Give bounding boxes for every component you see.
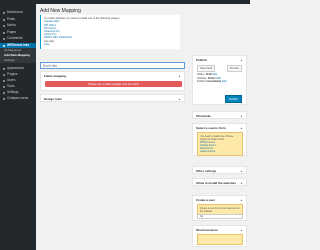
sidebar-item-appearance[interactable]: Appearance [0, 66, 36, 71]
sidebar-item-label: Plugins [7, 72, 18, 76]
sidebar-item-media[interactable]: Media [0, 23, 36, 28]
notice-text: Create a user from a form element on the… [200, 207, 240, 213]
collapse-icon [3, 97, 5, 100]
publish-box: Publish ▲ Save Draft Preview Status: Dra… [192, 55, 247, 105]
sidebar-subitem-settings[interactable]: Settings [0, 58, 36, 63]
mapping-title-input[interactable] [40, 62, 185, 69]
sidebar-item-collapse[interactable]: Collapse menu [0, 96, 36, 101]
source-form-notice: You need to install one of these plugins… [197, 132, 243, 156]
comments-icon [3, 37, 5, 40]
save-draft-button[interactable]: Save Draft [197, 65, 216, 72]
brush-icon [3, 67, 5, 70]
sidebar-item-label: Posts [7, 17, 15, 21]
box-title: Shortcode [196, 114, 211, 118]
box-title: Select a source form [196, 126, 226, 130]
publish-label: Publish [197, 80, 206, 84]
sidebar-item-comments[interactable]: Comments [0, 36, 36, 41]
publish-value: immediately [206, 80, 222, 84]
sidebar-item-posts[interactable]: Posts [0, 17, 36, 22]
sidebar-item-label: Pages [7, 30, 17, 34]
woocommerce-box: WooCommerce ▲ [192, 225, 247, 247]
toggle-arrow-icon[interactable]: ▲ [240, 126, 243, 130]
plugin-link[interactable]: Gravity Forms [200, 150, 240, 153]
status-label: Status: [197, 73, 206, 76]
toggle-arrow-icon[interactable]: ▲ [240, 228, 243, 232]
sidebar-item-label: Appearance [7, 66, 25, 70]
create-user-box: Create a user ▲ Create a user from a for… [192, 195, 247, 221]
toggle-arrow-icon[interactable]: ▲ [240, 58, 243, 62]
create-user-select[interactable]: No [197, 214, 243, 219]
sidebar-item-label: Settings [7, 90, 19, 94]
sidebar-item-plugins[interactable]: Plugins [0, 72, 36, 77]
sidebar-item-users[interactable]: Users [0, 78, 36, 83]
settings-icon [3, 91, 5, 94]
toggle-arrow-icon[interactable]: ▲ [240, 181, 243, 185]
dashboard-icon [3, 11, 5, 14]
page-title: Add New Mapping [40, 8, 81, 14]
toggle-arrow-icon[interactable]: ▲ [178, 74, 181, 78]
edit-publish-time-link[interactable]: Edit [222, 80, 226, 83]
box-title: Allow to install the websites [196, 181, 237, 185]
notice-help-link[interactable]: Help [44, 43, 177, 46]
pages-icon [3, 31, 5, 34]
toggle-arrow-icon[interactable]: ▲ [240, 198, 243, 202]
box-title: WooCommerce [196, 228, 218, 232]
users-icon [3, 79, 5, 82]
admin-sidebar: Dashboard Posts Media Pages Comments WPD… [0, 4, 36, 250]
sidebar-item-dashboard[interactable]: Dashboard [0, 10, 36, 15]
toggle-arrow-icon[interactable]: ▲ [240, 114, 243, 118]
toggle-arrow-icon[interactable]: ▲ [178, 97, 181, 101]
woocommerce-notice [197, 234, 243, 245]
preview-button[interactable]: Preview [226, 65, 242, 72]
wrench-icon [3, 85, 5, 88]
box-title: Publish [196, 58, 207, 62]
media-icon [3, 24, 5, 27]
sidebar-item-pages[interactable]: Pages [0, 30, 36, 35]
box-title: Other settings [196, 169, 217, 173]
pin-icon [3, 18, 5, 21]
sidebar-item-label: Media [7, 23, 16, 27]
plug-icon [3, 73, 5, 76]
sidebar-item-label: Dashboard [7, 10, 23, 14]
error-message: Please set a valid template and form fir… [45, 81, 182, 87]
plugin-icon [3, 44, 5, 47]
other-settings-box: Other settings ▲ [192, 166, 247, 174]
toggle-arrow-icon[interactable]: ▲ [240, 169, 243, 173]
status-value: Draft [205, 73, 212, 76]
publish-button[interactable]: Publish [224, 95, 242, 103]
allow-install-box: Allow to install the websites ▲ [192, 178, 247, 186]
sidebar-item-label: Users [7, 78, 16, 82]
box-title: Create a user [196, 198, 216, 202]
sidebar-item-label: Tools [7, 84, 15, 88]
publish-time-line: Publish immediately Edit [193, 80, 246, 84]
sidebar-item-settings[interactable]: Settings [0, 90, 36, 95]
sidebar-item-label: Comments [7, 36, 23, 40]
box-title: Fields mapping [44, 74, 67, 78]
sidebar-item-tools[interactable]: Tools [0, 84, 36, 89]
sidebar-subitem-label: Settings [4, 58, 15, 62]
box-title: Design rules [44, 97, 63, 101]
fields-mapping-box: Fields mapping ▲ Please set a valid temp… [40, 71, 185, 91]
plugin-notice: To create websites you need to install o… [40, 15, 180, 49]
admin-bar [0, 0, 250, 4]
sidebar-item-label: Collapse menu [7, 96, 29, 100]
source-form-box: Select a source form ▲ You need to insta… [192, 123, 247, 156]
edit-status-link[interactable]: Edit [213, 73, 217, 76]
design-rules-box: Design rules ▲ [40, 94, 185, 102]
shortcode-box: Shortcode ▲ [192, 111, 247, 119]
